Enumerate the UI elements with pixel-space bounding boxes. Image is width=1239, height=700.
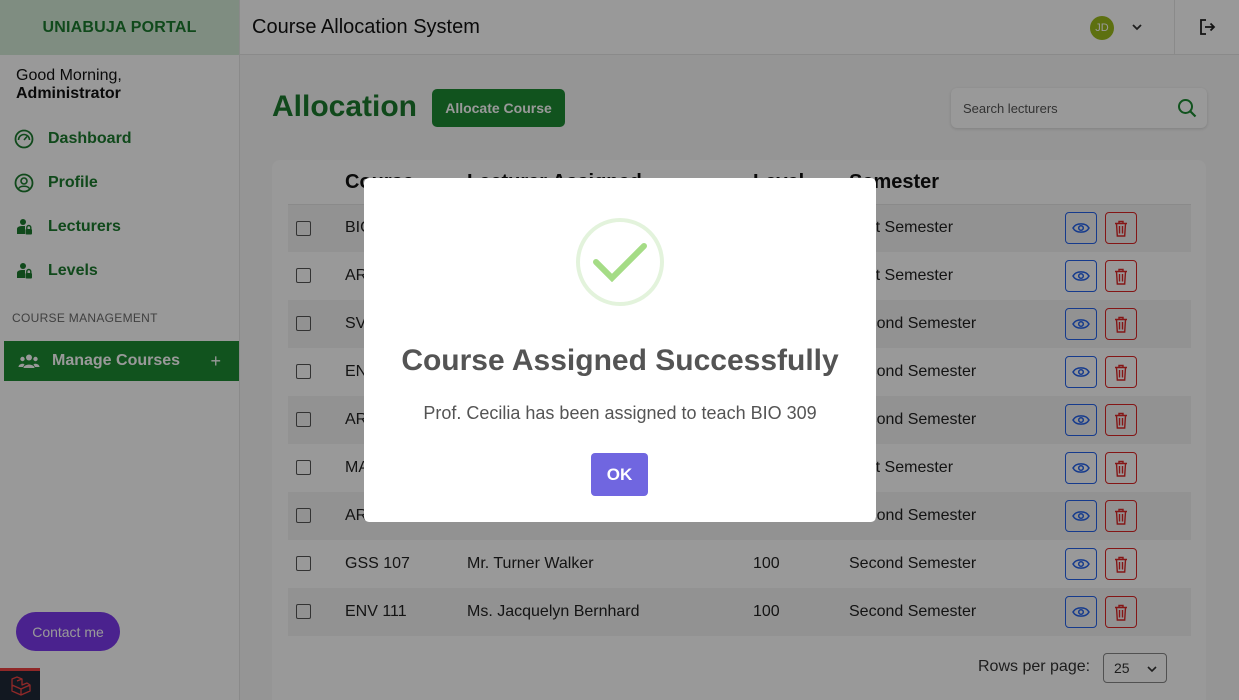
success-check-icon <box>576 218 664 306</box>
dialog-title: Course Assigned Successfully <box>401 344 839 377</box>
dialog-message: Prof. Cecilia has been assigned to teach… <box>423 403 817 423</box>
success-dialog: Course Assigned Successfully Prof. Cecil… <box>364 178 876 522</box>
ok-button[interactable]: OK <box>591 453 648 496</box>
